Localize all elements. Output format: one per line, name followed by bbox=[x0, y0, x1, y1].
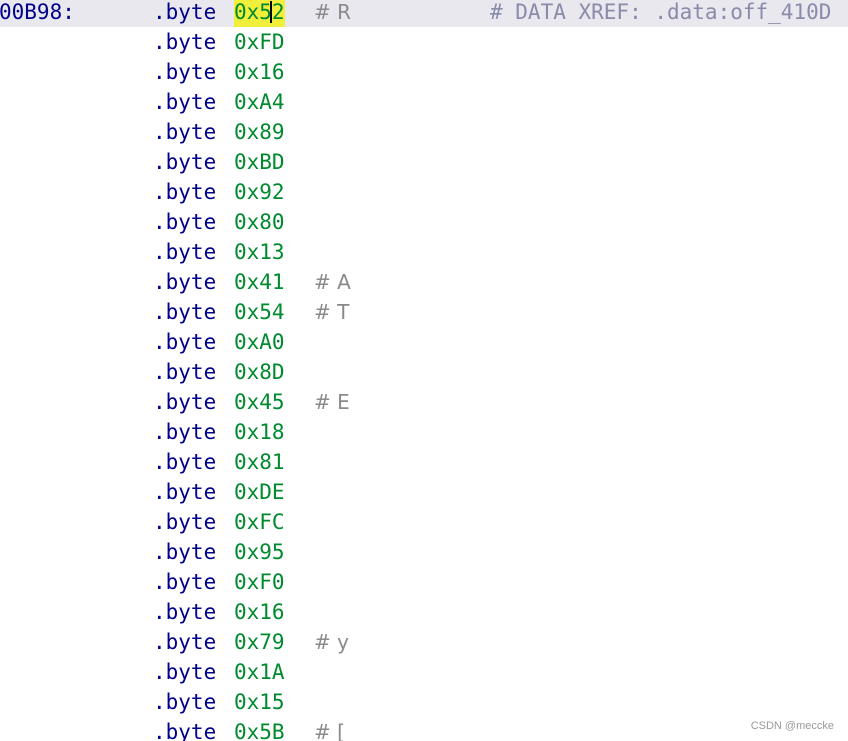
listing-line-current[interactable]: 00B98: .byte 0x52 # R # DATA XREF: .data… bbox=[0, 0, 848, 27]
byte-directive: .byte bbox=[153, 180, 217, 204]
listing-line[interactable]: .byte 0x89 bbox=[0, 117, 848, 147]
listing-line[interactable]: .byte 0x54 # T bbox=[0, 297, 848, 327]
xref-comment[interactable]: # DATA XREF: .data:off_410D bbox=[490, 0, 831, 27]
listing-line[interactable]: .byte 0x45 # E bbox=[0, 387, 848, 417]
listing-line[interactable]: .byte 0x18 bbox=[0, 417, 848, 447]
byte-directive: .byte bbox=[153, 360, 217, 384]
byte-value[interactable]: 0xA0 bbox=[234, 327, 285, 357]
byte-value[interactable]: 0x54 bbox=[234, 297, 285, 327]
byte-value[interactable]: 0x1A bbox=[234, 657, 285, 687]
byte-directive: .byte bbox=[153, 510, 217, 534]
listing-line[interactable]: .byte 0x1A bbox=[0, 657, 848, 687]
text-caret bbox=[270, 1, 272, 23]
watermark: CSDN @meccke bbox=[750, 720, 834, 732]
listing-line[interactable]: .byte 0x13 bbox=[0, 237, 848, 267]
byte-directive: .byte bbox=[153, 480, 217, 504]
byte-value[interactable]: 0x92 bbox=[234, 177, 285, 207]
listing-line[interactable]: .byte 0x8D bbox=[0, 357, 848, 387]
byte-directive: .byte bbox=[153, 90, 217, 114]
byte-directive: .byte bbox=[153, 30, 217, 54]
byte-value[interactable]: 0x80 bbox=[234, 207, 285, 237]
char-comment: # T bbox=[314, 300, 350, 324]
byte-directive: .byte bbox=[153, 540, 217, 564]
char-comment: # R bbox=[314, 0, 352, 24]
byte-value[interactable]: 0x41 bbox=[234, 267, 285, 297]
byte-value[interactable]: 0xFD bbox=[234, 27, 285, 57]
listing-line[interactable]: .byte 0x5B # [ bbox=[0, 717, 848, 741]
byte-value[interactable]: 0x81 bbox=[234, 447, 285, 477]
byte-value[interactable]: 0xF0 bbox=[234, 567, 285, 597]
listing-line[interactable]: .byte 0xFD bbox=[0, 27, 848, 57]
byte-directive: .byte bbox=[153, 450, 217, 474]
byte-directive: .byte bbox=[153, 420, 217, 444]
listing-line[interactable]: .byte 0x92 bbox=[0, 177, 848, 207]
byte-directive: .byte bbox=[153, 600, 217, 624]
char-comment: # A bbox=[314, 270, 351, 294]
listing-line[interactable]: .byte 0x80 bbox=[0, 207, 848, 237]
byte-directive: .byte bbox=[153, 300, 217, 324]
listing-line[interactable]: .byte 0x15 bbox=[0, 687, 848, 717]
listing-line[interactable]: .byte 0xA0 bbox=[0, 327, 848, 357]
listing-line[interactable]: .byte 0x81 bbox=[0, 447, 848, 477]
byte-directive: .byte bbox=[153, 390, 217, 414]
char-comment: # [ bbox=[314, 720, 345, 741]
address-label[interactable]: 00B98: bbox=[0, 0, 75, 27]
byte-value[interactable]: 0x15 bbox=[234, 687, 285, 717]
byte-directive: .byte bbox=[153, 60, 217, 84]
char-comment: # E bbox=[314, 390, 350, 414]
listing-line[interactable]: .byte 0xA4 bbox=[0, 87, 848, 117]
byte-directive: .byte bbox=[153, 570, 217, 594]
char-comment: # y bbox=[314, 630, 349, 654]
listing-line[interactable]: .byte 0x16 bbox=[0, 57, 848, 87]
byte-directive: .byte bbox=[153, 0, 217, 24]
byte-value[interactable]: 0x79 bbox=[234, 627, 285, 657]
byte-value[interactable]: 0x45 bbox=[234, 387, 285, 417]
byte-directive: .byte bbox=[153, 630, 217, 654]
byte-value[interactable]: 0xBD bbox=[234, 147, 285, 177]
listing-line[interactable]: .byte 0xF0 bbox=[0, 567, 848, 597]
byte-directive: .byte bbox=[153, 150, 217, 174]
listing-line[interactable]: .byte 0xDE bbox=[0, 477, 848, 507]
byte-value[interactable]: 0xDE bbox=[234, 477, 285, 507]
byte-value[interactable]: 0x16 bbox=[234, 57, 285, 87]
byte-value[interactable]: 0xFC bbox=[234, 507, 285, 537]
byte-directive: .byte bbox=[153, 690, 217, 714]
byte-value[interactable]: 0x95 bbox=[234, 537, 285, 567]
byte-directive: .byte bbox=[153, 240, 217, 264]
byte-value[interactable]: 0x16 bbox=[234, 597, 285, 627]
byte-value[interactable]: 0x8D bbox=[234, 357, 285, 387]
byte-value[interactable]: 0x13 bbox=[234, 237, 285, 267]
byte-directive: .byte bbox=[153, 330, 217, 354]
byte-directive: .byte bbox=[153, 720, 217, 741]
listing-line[interactable]: .byte 0x41 # A bbox=[0, 267, 848, 297]
byte-directive: .byte bbox=[153, 120, 217, 144]
byte-value[interactable]: 0xA4 bbox=[234, 87, 285, 117]
byte-directive: .byte bbox=[153, 210, 217, 234]
byte-value[interactable]: 0x5B bbox=[234, 717, 285, 741]
byte-directive: .byte bbox=[153, 270, 217, 294]
byte-value[interactable]: 0x18 bbox=[234, 417, 285, 447]
byte-value-highlighted[interactable]: 0x52 bbox=[234, 0, 285, 27]
listing-line[interactable]: .byte 0x79 # y bbox=[0, 627, 848, 657]
byte-value[interactable]: 0x89 bbox=[234, 117, 285, 147]
byte-directive: .byte bbox=[153, 660, 217, 684]
listing-line[interactable]: .byte 0xBD bbox=[0, 147, 848, 177]
listing-line[interactable]: .byte 0xFC bbox=[0, 507, 848, 537]
disassembly-view[interactable]: 00B98: .byte 0x52 # R # DATA XREF: .data… bbox=[0, 0, 848, 741]
listing-line[interactable]: .byte 0x16 bbox=[0, 597, 848, 627]
listing-line[interactable]: .byte 0x95 bbox=[0, 537, 848, 567]
